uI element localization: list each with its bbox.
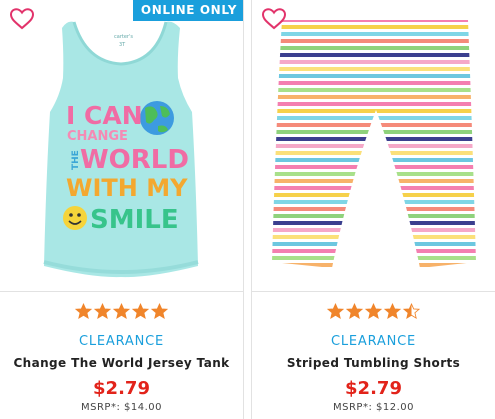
star-half-icon <box>403 303 420 320</box>
product-card[interactable]: CLEARANCE Striped Tumbling Shorts $2.79 … <box>251 0 495 419</box>
heart-icon[interactable] <box>262 8 286 30</box>
tank-print-line-4: WORLD <box>80 145 189 175</box>
tank-print-line-6: SMILE <box>90 205 179 235</box>
tank-print-line-2: CHANGE <box>67 129 128 144</box>
tank-print-line-5: WITH MY <box>66 174 188 202</box>
product-card[interactable]: ONLINE ONLY carter's 3T I CAN CHANGE THE… <box>0 0 244 419</box>
sale-price: $2.79 <box>345 378 402 399</box>
striped-shorts-image[interactable] <box>252 0 495 292</box>
star-full-icon <box>75 303 92 320</box>
msrp-price: MSRP*: $12.00 <box>333 402 414 413</box>
svg-text:3T: 3T <box>119 42 126 48</box>
clearance-label: CLEARANCE <box>78 334 165 349</box>
star-full-icon <box>327 303 344 320</box>
star-full-icon <box>113 303 130 320</box>
heart-icon[interactable] <box>10 8 34 30</box>
tank-print-line-1: I CAN <box>66 101 143 130</box>
star-full-icon <box>384 303 401 320</box>
product-name-link[interactable]: Striped Tumbling Shorts <box>252 356 495 372</box>
product-image-container[interactable]: ONLINE ONLY carter's 3T I CAN CHANGE THE… <box>0 0 243 292</box>
star-full-icon <box>365 303 382 320</box>
product-info: CLEARANCE Change The World Jersey Tank $… <box>0 303 243 413</box>
product-info: CLEARANCE Striped Tumbling Shorts $2.79 … <box>252 303 495 413</box>
product-image-container[interactable] <box>252 0 495 292</box>
product-name-link[interactable]: Change The World Jersey Tank <box>0 356 243 372</box>
star-full-icon <box>94 303 111 320</box>
rating-stars <box>0 303 243 323</box>
svg-text:carter's: carter's <box>114 34 133 40</box>
rating-stars <box>252 303 495 323</box>
clearance-label: CLEARANCE <box>330 334 417 349</box>
msrp-price: MSRP*: $14.00 <box>81 402 162 413</box>
star-full-icon <box>151 303 168 320</box>
online-only-badge: ONLINE ONLY <box>132 0 243 21</box>
star-full-icon <box>132 303 149 320</box>
star-full-icon <box>346 303 363 320</box>
sale-price: $2.79 <box>93 378 150 399</box>
tank-top-image[interactable]: carter's 3T I CAN CHANGE THE WORLD WITH … <box>0 0 243 292</box>
